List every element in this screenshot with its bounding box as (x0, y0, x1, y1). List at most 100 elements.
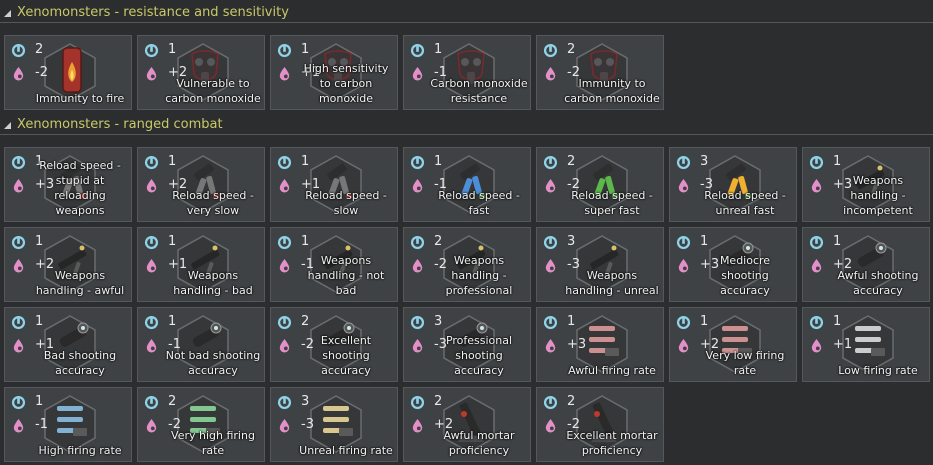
gene-label: Very low firing rate (705, 349, 785, 377)
gene-card[interactable]: 2 -2 Excellent shooting accuracy (270, 307, 398, 382)
complexity-value: 3 (700, 154, 709, 169)
gene-card[interactable]: 2 -2 Weapons handling - professional (403, 227, 531, 302)
complexity-value: 2 (35, 42, 44, 57)
sensitivity-value: +3 (567, 337, 587, 352)
gene-label: Reload speed - very slow (172, 189, 254, 217)
complexity-value: 1 (301, 154, 310, 169)
sensitivity-icon (412, 418, 423, 433)
gene-label: Weapons handling - incompetent (843, 174, 913, 217)
complexity-value: 1 (434, 154, 443, 169)
gene-card[interactable]: 1 -1 Reload speed - fast (403, 147, 531, 222)
collapse-triangle-icon[interactable] (4, 122, 11, 129)
gene-card[interactable]: 2 -2 Excellent mortar proficiency (536, 387, 664, 462)
gene-card[interactable]: 2 -2 Immunity to fire (4, 35, 132, 110)
sensitivity-icon (146, 258, 157, 273)
gene-label: Bad shooting accuracy (43, 349, 117, 377)
gene-card[interactable]: 2 -2 Reload speed - super fast (536, 147, 664, 222)
sensitivity-icon (13, 178, 24, 193)
gene-card[interactable]: 1 +2 Vulnerable to carbon monoxide (137, 35, 265, 110)
gene-card[interactable]: 1 -1 Not bad shooting accuracy (137, 307, 265, 382)
gene-card[interactable]: 1 +2 Very low firing rate (669, 307, 797, 382)
complexity-value: 2 (301, 314, 310, 329)
complexity-value: 1 (168, 154, 177, 169)
complexity-value: 1 (833, 234, 842, 249)
complexity-value: 1 (168, 234, 177, 249)
complexity-icon (11, 155, 26, 170)
gene-card[interactable]: 1 +2 Awful shooting accuracy (802, 227, 930, 302)
gene-card[interactable]: 1 -1 High firing rate (4, 387, 132, 462)
gene-label: Vulnerable to carbon monoxide (165, 77, 261, 105)
gene-label: Mediocre shooting accuracy (719, 254, 771, 297)
complexity-value: 1 (168, 42, 177, 57)
complexity-value: 1 (301, 42, 310, 57)
complexity-icon (676, 315, 691, 330)
complexity-value: 1 (700, 234, 709, 249)
gene-card[interactable]: 1 +3 Awful firing rate (536, 307, 664, 382)
section-title: Xenomonsters - ranged combat (17, 117, 223, 132)
gene-label: Weapons handling - bad (173, 269, 253, 297)
complexity-icon (809, 155, 824, 170)
sensitivity-icon (146, 178, 157, 193)
complexity-icon (144, 395, 159, 410)
gene-label: Carbon monoxide resistance (430, 77, 528, 105)
gene-card[interactable]: 1 +3 Reload speed - stupid at reloading we… (4, 147, 132, 222)
gene-card[interactable]: 1 +3 Weapons handling - incompetent (802, 147, 930, 222)
gene-label: Reload speed - slow (305, 189, 387, 217)
sensitivity-icon (678, 178, 689, 193)
gene-label: Weapons handling - unreal (565, 269, 659, 297)
gene-card[interactable]: 2 -2 Immunity to carbon monoxide (536, 35, 664, 110)
complexity-icon (410, 315, 425, 330)
complexity-icon (543, 43, 558, 58)
complexity-icon (410, 43, 425, 58)
gene-card[interactable]: 1 -1 Weapons handling - not bad (270, 227, 398, 302)
complexity-icon (277, 395, 292, 410)
sensitivity-icon (811, 338, 822, 353)
gene-label: Immunity to carbon monoxide (564, 77, 660, 105)
complexity-icon (144, 155, 159, 170)
gene-card[interactable]: 2 -2 Very high firing rate (137, 387, 265, 462)
sensitivity-icon (146, 418, 157, 433)
gene-card[interactable]: 1 +1 Weapons handling - bad (137, 227, 265, 302)
gene-card[interactable]: 1 +1 Low firing rate (802, 307, 930, 382)
gene-card[interactable]: 1 +2 Weapons handling - awful (4, 227, 132, 302)
gene-card[interactable]: 1 +1 Bad shooting accuracy (4, 307, 132, 382)
section-header-resistance[interactable]: Xenomonsters - resistance and sensitivit… (0, 3, 933, 23)
gene-label: Reload speed - fast (438, 189, 520, 217)
gene-card[interactable]: 1 +1 Reload speed - slow (270, 147, 398, 222)
gene-card[interactable]: 1 +1 High sensitivity to carbon monoxide (270, 35, 398, 110)
complexity-value: 1 (567, 314, 576, 329)
gene-card[interactable]: 1 +2 Reload speed - very slow (137, 147, 265, 222)
complexity-icon (410, 155, 425, 170)
complexity-icon (144, 43, 159, 58)
complexity-value: 1 (35, 394, 44, 409)
sensitivity-icon (545, 338, 556, 353)
sensitivity-icon (13, 258, 24, 273)
sensitivity-icon (146, 66, 157, 81)
gene-card[interactable]: 3 -3 Unreal firing rate (270, 387, 398, 462)
gene-label: Immunity to fire (35, 92, 125, 105)
gene-card[interactable]: 3 -3 Reload speed - unreal fast (669, 147, 797, 222)
sensitivity-icon (545, 66, 556, 81)
complexity-icon (543, 315, 558, 330)
gene-card[interactable]: 3 -3 Weapons handling - unreal (536, 227, 664, 302)
sensitivity-icon (13, 338, 24, 353)
gene-label: Reload speed - unreal fast (704, 189, 786, 217)
sensitivity-icon (545, 418, 556, 433)
collapse-triangle-icon[interactable] (4, 10, 11, 17)
complexity-value: 3 (301, 394, 310, 409)
sensitivity-icon (279, 178, 290, 193)
sensitivity-icon (412, 258, 423, 273)
sensitivity-value: -1 (35, 417, 48, 432)
gene-label: Excellent shooting accuracy (320, 334, 372, 377)
gene-card[interactable]: 3 -3 Professional shooting accuracy (403, 307, 531, 382)
complexity-icon (277, 43, 292, 58)
gene-card[interactable]: 1 +3 Mediocre shooting accuracy (669, 227, 797, 302)
section-header-ranged-combat[interactable]: Xenomonsters - ranged combat (0, 115, 933, 135)
gene-card[interactable]: 1 -1 Carbon monoxide resistance (403, 35, 531, 110)
gene-label: Professional shooting accuracy (445, 334, 513, 377)
complexity-icon (410, 235, 425, 250)
complexity-icon (543, 235, 558, 250)
complexity-value: 3 (567, 234, 576, 249)
sensitivity-icon (412, 66, 423, 81)
gene-card[interactable]: 2 +2 Awful mortar proficiency (403, 387, 531, 462)
